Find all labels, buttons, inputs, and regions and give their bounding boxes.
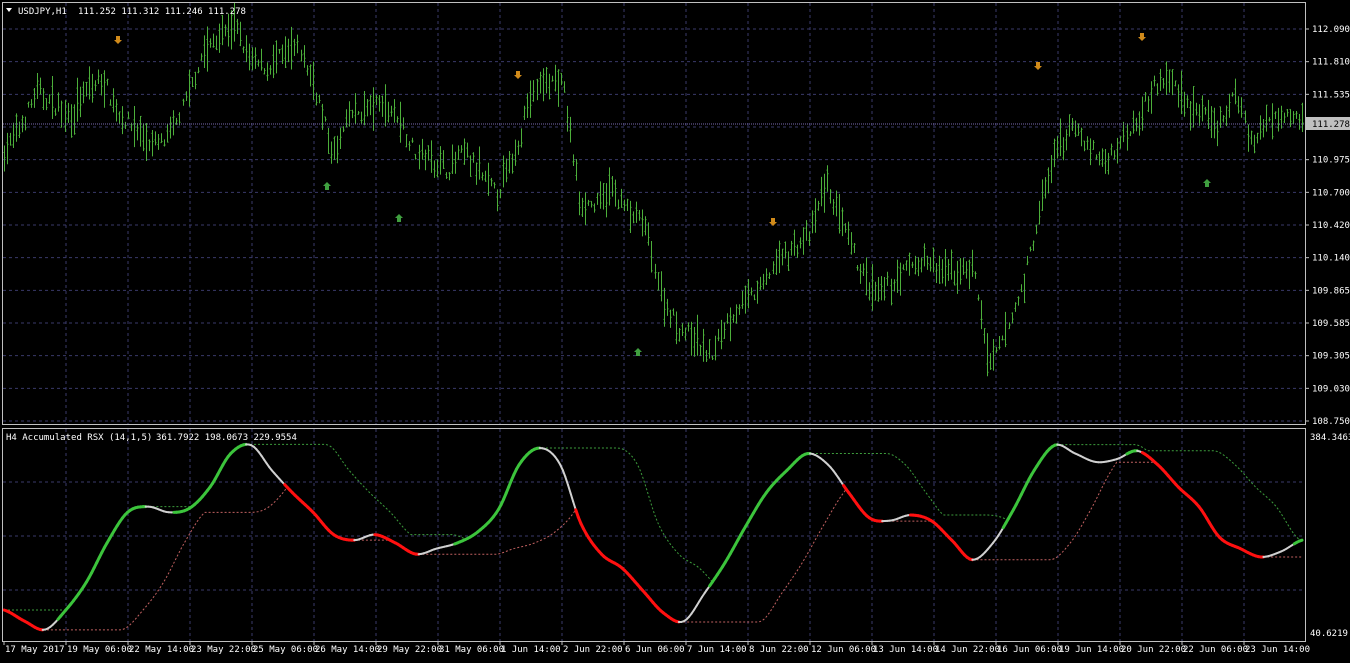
time-label: 14 Jun 22:00: [935, 645, 1000, 655]
price-label: 109.030: [1312, 384, 1350, 394]
ohlc-values: 111.252 111.312 111.246 111.278: [78, 7, 246, 17]
time-label: 12 Jun 06:00: [811, 645, 876, 655]
price-label: 109.585: [1312, 319, 1350, 329]
price-label: 110.975: [1312, 156, 1350, 166]
price-label: 109.865: [1312, 286, 1350, 296]
rsx-segment: [1299, 540, 1302, 541]
time-label: 19 Jun 14:00: [1059, 645, 1124, 655]
symbol-label: USDJPY,H1: [18, 7, 67, 17]
indicator-name: H4 Accumulated RSX (14,1,5): [6, 433, 152, 443]
time-label: 6 Jun 06:00: [625, 645, 685, 655]
time-label: 20 Jun 22:00: [1121, 645, 1186, 655]
time-label: 23 May 22:00: [191, 645, 256, 655]
time-label: 31 May 06:00: [439, 645, 504, 655]
time-label: 23 Jun 14:00: [1245, 645, 1310, 655]
time-label: 8 Jun 22:00: [749, 645, 809, 655]
price-label: 110.420: [1312, 221, 1350, 231]
current-price-marker: 111.278: [1306, 117, 1350, 130]
time-label: 26 May 14:00: [315, 645, 380, 655]
trading-chart[interactable]: USDJPY,H1 111.252 111.312 111.246 111.27…: [0, 0, 1350, 660]
indicator-max-label: 384.3463: [1310, 433, 1350, 443]
price-label: 109.305: [1312, 352, 1350, 362]
price-label: 111.535: [1312, 90, 1350, 100]
indicator-title: H4 Accumulated RSX (14,1,5) 361.7922 198…: [6, 433, 297, 443]
time-label: 17 May 2017: [5, 645, 65, 655]
price-label: 110.140: [1312, 254, 1350, 264]
time-label: 25 May 06:00: [253, 645, 318, 655]
time-label: 13 Jun 14:00: [873, 645, 938, 655]
indicator-min-label: 40.6219: [1310, 629, 1348, 639]
time-label: 22 Jun 06:00: [1183, 645, 1248, 655]
price-label: 111.810: [1312, 58, 1350, 68]
time-label: 16 Jun 06:00: [997, 645, 1062, 655]
time-label: 29 May 22:00: [377, 645, 442, 655]
indicator-values: 361.7922 198.0673 229.9554: [156, 433, 297, 443]
price-label: 108.750: [1312, 417, 1350, 427]
main-title: USDJPY,H1 111.252 111.312 111.246 111.27…: [6, 7, 246, 17]
time-label: 2 Jun 22:00: [563, 645, 623, 655]
time-label: 22 May 14:00: [129, 645, 194, 655]
svg-text:111.278: 111.278: [1312, 120, 1350, 130]
price-label: 112.090: [1312, 25, 1350, 35]
time-label: 7 Jun 14:00: [687, 645, 747, 655]
time-label: 1 Jun 14:00: [501, 645, 561, 655]
price-label: 110.700: [1312, 188, 1350, 198]
time-label: 19 May 06:00: [67, 645, 132, 655]
